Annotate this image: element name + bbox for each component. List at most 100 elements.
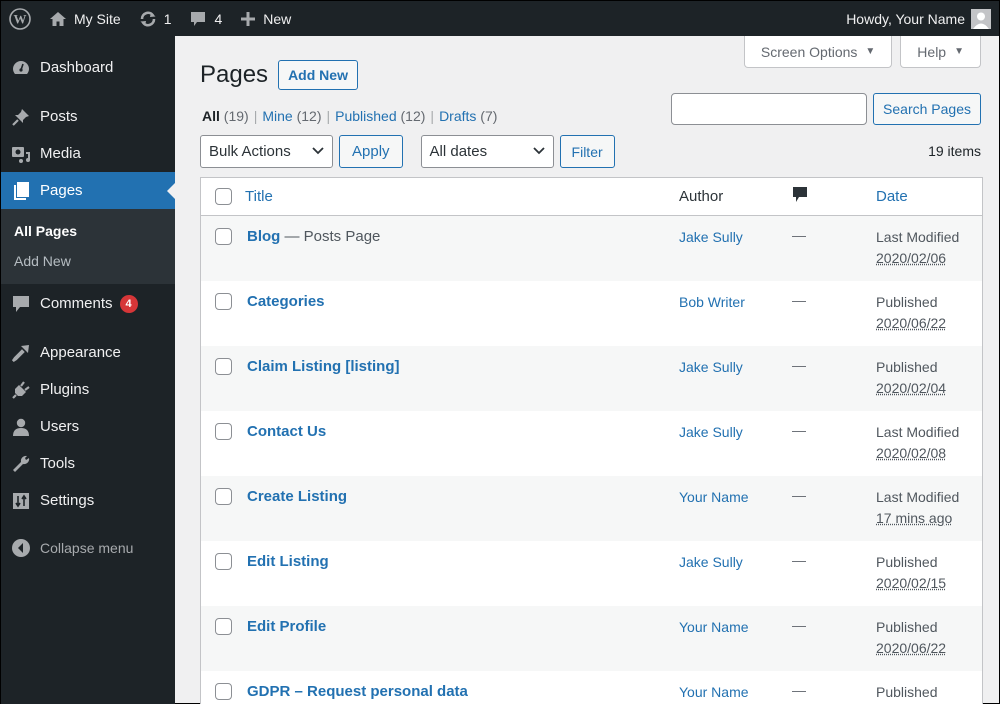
- comment-count: —: [792, 422, 806, 438]
- view-count: (7): [480, 108, 497, 124]
- my-account-link[interactable]: Howdy, Your Name: [837, 1, 995, 36]
- date-value: 2020/02/15: [876, 573, 982, 594]
- menu-users[interactable]: Users: [1, 408, 175, 445]
- bulk-actions-select[interactable]: Bulk Actions: [200, 135, 333, 168]
- separator: |: [326, 108, 330, 124]
- row-checkbox[interactable]: [215, 618, 232, 635]
- comment-count: —: [792, 552, 806, 568]
- menu-settings[interactable]: Settings: [1, 482, 175, 519]
- menu-appearance[interactable]: Appearance: [1, 334, 175, 371]
- row-checkbox[interactable]: [215, 293, 232, 310]
- search-pages-button[interactable]: Search Pages: [873, 93, 981, 125]
- site-name-link[interactable]: My Site: [40, 1, 130, 36]
- view-drafts[interactable]: Drafts (7): [439, 108, 497, 124]
- separator: |: [430, 108, 434, 124]
- row-checkbox[interactable]: [215, 358, 232, 375]
- page-title-link[interactable]: Edit Listing: [247, 553, 329, 570]
- menu-pages[interactable]: Pages: [1, 172, 175, 209]
- wordpress-logo-button[interactable]: W: [1, 1, 40, 36]
- menu-dashboard[interactable]: Dashboard: [1, 49, 175, 86]
- author-link[interactable]: Your Name: [679, 619, 749, 635]
- author-link[interactable]: Jake Sully: [679, 424, 743, 440]
- page-title-link[interactable]: Categories: [247, 293, 325, 310]
- row-checkbox[interactable]: [215, 228, 232, 245]
- page-title-link[interactable]: Edit Profile: [247, 618, 326, 635]
- comment-count: —: [792, 682, 806, 698]
- menu-label: Tools: [40, 455, 75, 472]
- page-title-link[interactable]: Contact Us: [247, 423, 326, 440]
- table-row: GDPR – Request personal data Your Name —…: [201, 671, 982, 704]
- search-input[interactable]: [671, 93, 867, 125]
- separator: |: [254, 108, 258, 124]
- menu-label: Users: [40, 418, 79, 435]
- author-link[interactable]: Jake Sully: [679, 359, 743, 375]
- svg-text:W: W: [14, 11, 27, 26]
- menu-comments[interactable]: Comments 4: [1, 285, 175, 322]
- row-checkbox[interactable]: [215, 423, 232, 440]
- comments-link[interactable]: 4: [180, 1, 231, 36]
- table-header: Title Author Date: [201, 178, 982, 216]
- collapse-menu-button[interactable]: Collapse menu: [1, 529, 175, 566]
- date-status: Published: [876, 357, 982, 378]
- comment-count: —: [792, 292, 806, 308]
- dates-value: All dates: [430, 143, 488, 160]
- settings-icon: [11, 491, 31, 511]
- page-title-link[interactable]: Blog: [247, 228, 280, 245]
- caret-down-icon: ▼: [865, 46, 875, 57]
- column-author: Author: [679, 187, 786, 207]
- menu-plugins[interactable]: Plugins: [1, 371, 175, 408]
- select-all-checkbox[interactable]: [215, 188, 232, 205]
- collapse-label: Collapse menu: [40, 540, 133, 556]
- view-all[interactable]: All (19): [202, 108, 249, 124]
- new-content-link[interactable]: New: [231, 1, 300, 36]
- page-title-link[interactable]: GDPR – Request personal data: [247, 683, 468, 700]
- menu-posts[interactable]: Posts: [1, 98, 175, 135]
- comment-count: —: [792, 227, 806, 243]
- menu-label: Posts: [40, 108, 78, 125]
- table-row: Blog — Posts Page Jake Sully — Last Modi…: [201, 216, 982, 281]
- author-link[interactable]: Your Name: [679, 489, 749, 505]
- author-link[interactable]: Your Name: [679, 684, 749, 700]
- dashboard-icon: [11, 58, 31, 78]
- menu-label: Pages: [40, 182, 83, 199]
- plus-icon: [240, 11, 256, 27]
- author-link[interactable]: Jake Sully: [679, 554, 743, 570]
- column-title[interactable]: Title: [245, 187, 679, 207]
- menu-media[interactable]: Media: [1, 135, 175, 172]
- view-label: Published: [335, 108, 397, 124]
- screen-options-button[interactable]: Screen Options ▼: [744, 36, 892, 68]
- row-checkbox[interactable]: [215, 488, 232, 505]
- items-count: 19 items: [928, 143, 981, 159]
- date-status: Last Modified: [876, 422, 982, 443]
- menu-label: Media: [40, 145, 81, 162]
- date-status: Last Modified: [876, 487, 982, 508]
- menu-label: Settings: [40, 492, 94, 509]
- date-status: Published: [876, 292, 982, 313]
- menu-tools[interactable]: Tools: [1, 445, 175, 482]
- pin-icon: [11, 107, 31, 127]
- submenu-add-new[interactable]: Add New: [1, 246, 175, 276]
- submenu-all-pages[interactable]: All Pages: [1, 216, 175, 246]
- dates-select[interactable]: All dates: [421, 135, 554, 168]
- author-link[interactable]: Bob Writer: [679, 294, 745, 310]
- updates-link[interactable]: 1: [130, 1, 181, 36]
- page-title-link[interactable]: Create Listing: [247, 488, 347, 505]
- add-new-button[interactable]: Add New: [278, 60, 358, 90]
- table-row: Claim Listing [listing] Jake Sully — Pub…: [201, 346, 982, 411]
- filter-button[interactable]: Filter: [560, 135, 615, 168]
- view-mine[interactable]: Mine (12): [262, 108, 321, 124]
- help-label: Help: [917, 44, 946, 60]
- row-checkbox[interactable]: [215, 683, 232, 700]
- screen-options-label: Screen Options: [761, 44, 858, 60]
- date-value: 17 mins ago: [876, 508, 982, 529]
- menu-label: Plugins: [40, 381, 89, 398]
- media-icon: [11, 144, 31, 164]
- author-link[interactable]: Jake Sully: [679, 229, 743, 245]
- apply-button[interactable]: Apply: [339, 135, 403, 168]
- page-title-link[interactable]: Claim Listing [listing]: [247, 358, 400, 375]
- help-button[interactable]: Help ▼: [900, 36, 981, 68]
- comments-badge: 4: [120, 295, 138, 313]
- column-date[interactable]: Date: [876, 186, 982, 207]
- view-published[interactable]: Published (12): [335, 108, 425, 124]
- row-checkbox[interactable]: [215, 553, 232, 570]
